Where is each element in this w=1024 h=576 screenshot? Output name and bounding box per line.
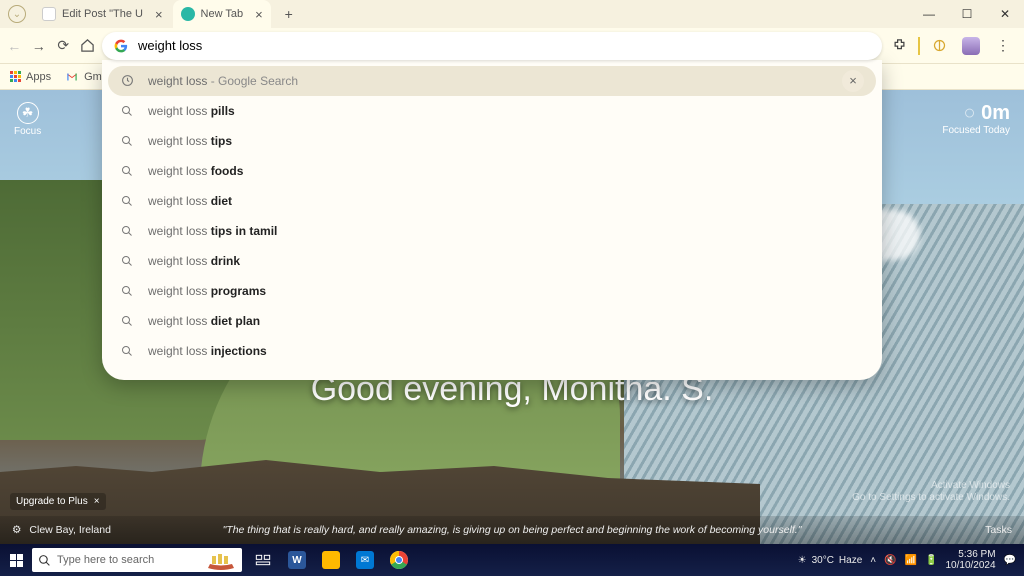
forward-button[interactable]: →: [29, 32, 50, 60]
suggestion-row[interactable]: weight loss diet: [108, 186, 876, 216]
tray-notifications-icon[interactable]: 💬: [1004, 555, 1016, 566]
side-panel-button[interactable]: [926, 33, 952, 59]
extensions-button[interactable]: [886, 33, 912, 59]
tab-search-button[interactable]: ⌄: [8, 5, 26, 23]
chrome-menu-button[interactable]: ⋮: [990, 33, 1016, 59]
focused-today-widget[interactable]: ○ 0m Focused Today: [942, 102, 1010, 136]
search-icon: [120, 224, 134, 238]
taskbar-app-chrome[interactable]: [384, 545, 414, 575]
taskbar-app[interactable]: ✉: [350, 545, 380, 575]
tray-wifi-icon[interactable]: 📶: [905, 555, 917, 566]
window-maximize-button[interactable]: ☐: [948, 0, 986, 28]
close-icon[interactable]: ×: [155, 7, 163, 22]
remove-suggestion-button[interactable]: ×: [842, 70, 864, 92]
search-icon: [120, 254, 134, 268]
close-icon[interactable]: ×: [255, 7, 263, 22]
tab-title: New Tab: [201, 8, 244, 20]
close-icon[interactable]: ×: [94, 496, 100, 507]
suggestion-row[interactable]: weight loss programs: [108, 276, 876, 306]
favicon-icon: [181, 7, 195, 21]
tab-active[interactable]: New Tab ×: [173, 0, 271, 28]
tray-chevron-icon[interactable]: ˄: [870, 555, 876, 566]
avatar-icon: [962, 37, 980, 55]
suggestion-row[interactable]: weight loss - Google Search ×: [108, 66, 876, 96]
quote-text[interactable]: "The thing that is really hard, and real…: [0, 524, 1024, 536]
suggestion-row[interactable]: weight loss pills: [108, 96, 876, 126]
taskbar-search[interactable]: Type here to search: [32, 548, 242, 572]
suggestion-row[interactable]: weight loss tips: [108, 126, 876, 156]
taskbar-app[interactable]: [316, 545, 346, 575]
separator: [918, 37, 920, 55]
suggestion-row[interactable]: weight loss foods: [108, 156, 876, 186]
tray-battery-icon[interactable]: 🔋: [925, 555, 937, 566]
apps-icon: [10, 71, 21, 82]
home-button[interactable]: [78, 32, 99, 60]
start-button[interactable]: [0, 544, 32, 576]
brain-icon: ☘: [17, 102, 39, 124]
taskbar-search-placeholder: Type here to search: [57, 554, 154, 566]
suggestion-row[interactable]: weight loss drink: [108, 246, 876, 276]
new-tab-button[interactable]: +: [277, 2, 301, 26]
gmail-icon: [65, 70, 79, 84]
browser-toolbar: ← → ⟳ weight loss - Google Search × weig…: [0, 28, 1024, 64]
sun-icon: ☀: [798, 555, 807, 566]
search-highlight-icon: [206, 550, 236, 570]
reload-button[interactable]: ⟳: [53, 32, 74, 60]
windows-watermark: Activate Windows Go to Settings to activ…: [852, 480, 1010, 504]
upgrade-chip[interactable]: Upgrade to Plus×: [10, 493, 106, 510]
search-icon: [120, 194, 134, 208]
tab-inactive[interactable]: Edit Post "The U ×: [34, 0, 171, 28]
browser-titlebar: ⌄ Edit Post "The U × New Tab × + ― ☐ ✕: [0, 0, 1024, 28]
profile-button[interactable]: [958, 33, 984, 59]
window-close-button[interactable]: ✕: [986, 0, 1024, 28]
task-view-button[interactable]: [248, 545, 278, 575]
omnibox-input[interactable]: [138, 38, 870, 53]
taskbar-weather[interactable]: ☀ 30°C Haze: [798, 555, 863, 566]
focus-widget[interactable]: ☘ Focus: [14, 102, 41, 137]
search-icon: [120, 344, 134, 358]
suggestion-row[interactable]: weight loss injections: [108, 336, 876, 366]
tab-title: Edit Post "The U: [62, 8, 143, 20]
history-icon: [120, 74, 134, 88]
search-icon: [120, 314, 134, 328]
search-icon: [120, 284, 134, 298]
suggestion-row[interactable]: weight loss diet plan: [108, 306, 876, 336]
taskbar-app[interactable]: W: [282, 545, 312, 575]
back-button[interactable]: ←: [4, 32, 25, 60]
search-icon: [120, 164, 134, 178]
taskbar-clock[interactable]: 5:36 PM 10/10/2024: [945, 549, 995, 571]
page-bottom-bar: ⚙ Clew Bay, Ireland "The thing that is r…: [0, 516, 1024, 544]
windows-taskbar: Type here to search W ✉ ☀ 30°C Haze ˄ 🔇 …: [0, 544, 1024, 576]
favicon-icon: [42, 7, 56, 21]
google-icon: [114, 39, 128, 53]
tray-volume-icon[interactable]: 🔇: [884, 555, 896, 566]
search-icon: [38, 554, 51, 567]
suggestion-row[interactable]: weight loss tips in tamil: [108, 216, 876, 246]
window-minimize-button[interactable]: ―: [910, 0, 948, 28]
search-icon: [120, 104, 134, 118]
windows-icon: [10, 554, 23, 567]
search-icon: [120, 134, 134, 148]
omnibox[interactable]: [102, 32, 882, 60]
bookmark-apps[interactable]: Apps: [10, 71, 51, 83]
omnibox-suggestions: weight loss - Google Search × weight los…: [102, 60, 882, 380]
